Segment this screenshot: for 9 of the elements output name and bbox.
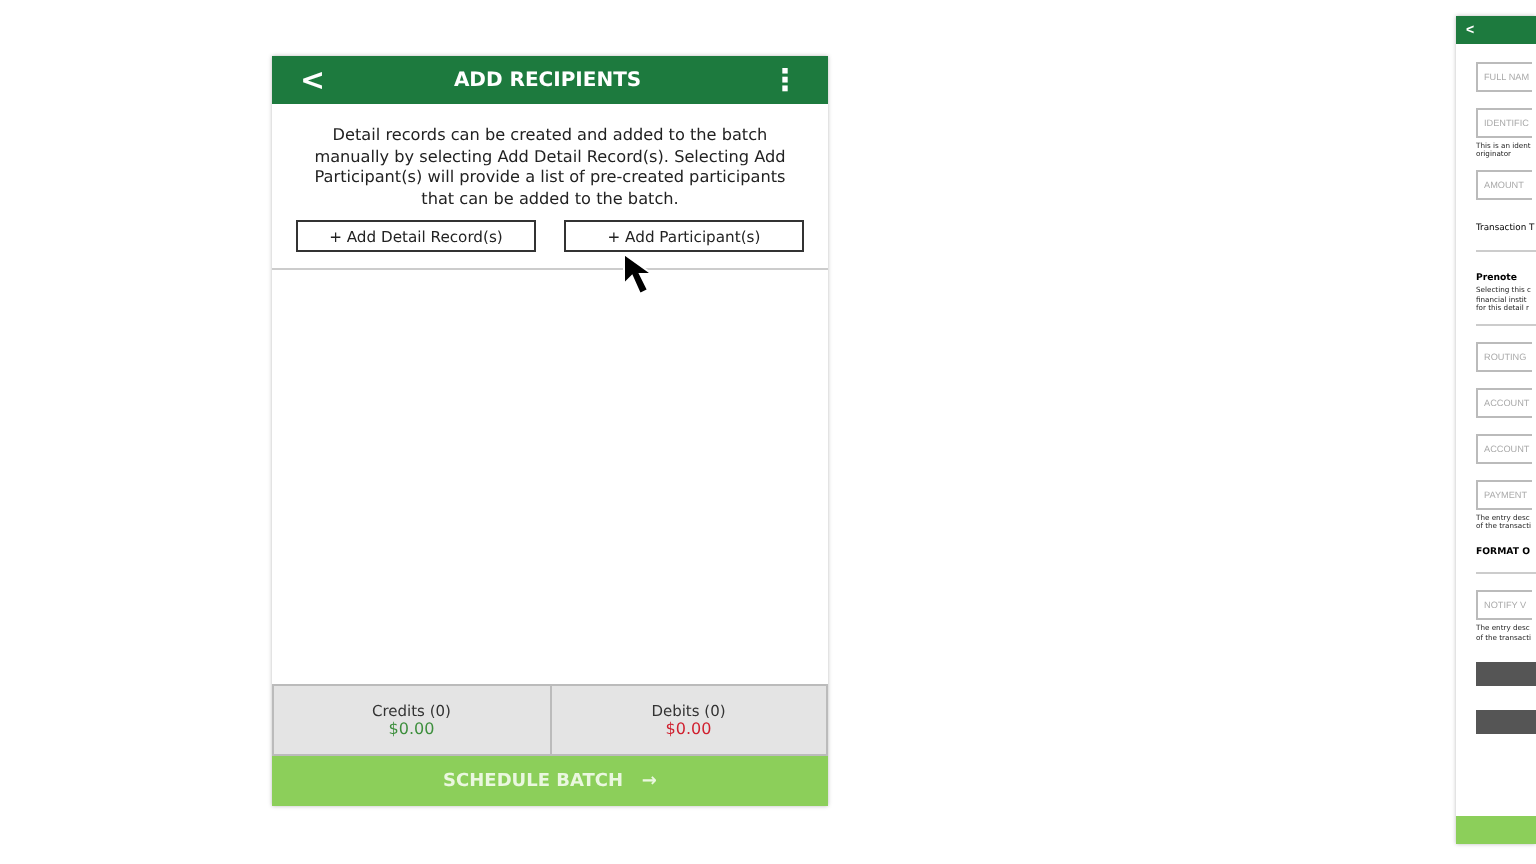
footer-bar [1456,816,1536,844]
total-amount: $0.00 [665,720,712,738]
screen-title: ADD RECIPIENTS [453,69,642,91]
total-amount: $0.00 [388,720,435,738]
dark-button[interactable] [1476,709,1536,734]
dark-button[interactable] [1476,661,1536,686]
intro-text: Detail records can be created and added to the batch manually by selecting Add Detail Record(s). Selecting Add Participant(s) will provide a list of pre-created participants that can be added to the batch. [312,124,788,208]
back-button[interactable]: < [300,62,326,98]
menu-button[interactable]: ⋮ [769,62,800,98]
